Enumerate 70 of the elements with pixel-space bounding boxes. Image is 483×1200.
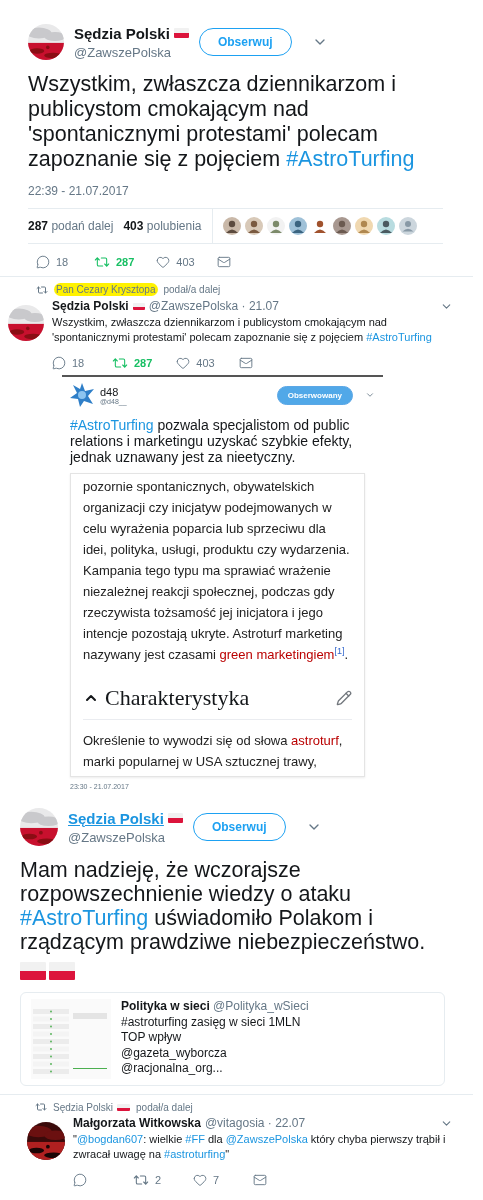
retweet-icon[interactable] [112,355,128,371]
reference-link[interactable]: [1] [334,645,345,656]
author-name[interactable]: Sędzia Polski [52,299,129,313]
mention-link[interactable]: @bogdan607 [76,1133,144,1145]
author-name[interactable]: Sędzia Polski [68,809,164,827]
tweet-text: Wszystkim, zwłaszcza dziennikarzom i publicystom cmokającym nad 'spontanicznymi protestami' polecam zapoznanie się z pojęciem #AstroTurfing [52,315,433,345]
flag-icon [49,962,75,980]
message-icon[interactable] [238,356,253,370]
retweet-label: podał/a dalej [136,1101,193,1113]
quoted-text: @gazeta_wyborcza [121,1045,228,1061]
follow-button[interactable]: Obserwuj [198,28,292,56]
reply-icon[interactable] [73,1173,87,1187]
retweeter-name[interactable]: Sędzia Polski [53,1101,114,1113]
like-icon[interactable] [176,356,191,370]
hashtag-link[interactable]: #AstroTurfing [366,331,432,343]
retweet-icon [35,1101,47,1113]
flag-icon [20,962,46,980]
retweet-count: 287 [116,256,135,268]
quoted-tweet-card[interactable]: Polityka w sieci @Polityka_wSieci #astroturfing zasięg w sieci 1MLN TOP wpływ @gazeta_wyborcza @racjonalna_org... [20,992,445,1086]
quoted-text: #astroturfing zasięg w sieci 1MLN [121,1014,302,1030]
author-handle: @vitagosia · 22.07 [204,1116,307,1130]
tweet-text: "@bogdan607: wielkie #FF dla @ZawszePolska który chyba pierwszy trąbił i zwracał uwagę na #astroturfing" [73,1132,447,1162]
hashtag-link[interactable]: #FF [185,1133,205,1145]
like-icon[interactable] [156,255,171,269]
retweet-count: 287 [134,357,153,369]
quoted-text: TOP wpływ [121,1030,183,1046]
retweet-count: 2 [155,1174,162,1186]
section-heading: Charakterystyka [105,685,251,711]
author-name[interactable]: Sędzia Polski [74,24,170,42]
author-handle: @ZawszePolska [68,829,166,845]
hashtag-link[interactable]: #AstroTurfing [20,906,149,930]
quoted-text: @racjonalna_org... [121,1061,224,1077]
tweet-timestamp: 22:39 - 21.07.2017 [28,184,130,198]
retweet-icon[interactable] [94,254,110,270]
hashtag-link[interactable]: #AstroTurfing [286,147,415,171]
like-count: 403 [196,357,215,369]
like-count: 403 [176,256,195,268]
retweet-icon[interactable] [133,1172,149,1188]
reply-count: 18 [72,357,85,369]
tweet-text: #AstroTurfing pozwala specjalistom od public relations i marketingu uzyskać szybkie efekty, jednak uznawany jest za nieetyczny. [70,417,354,465]
chevron-icon[interactable] [365,390,375,400]
stat-label[interactable]: 287 podań dalej [28,219,114,233]
retweeter-name[interactable]: Pan Cezary Krysztopa [54,283,158,296]
article-paragraph: pozornie spontanicznych, obywatelskich organizacji czy inicjatyw podejmowanych w celu wyrażenia poparcia lub sprzeciwu dla idei, polityka, usługi, produktu czy wydarzenia. Kampania tego typu ma sprawiać wrażenie niezależnej reakcji społecznej, podczas gdy rzeczywista tożsamość jej inicjatora i jego intencje pozostają ukryte. Astroturf marketing nazywany jest czasami green marketingiem$^{[1]}$. [83,478,351,664]
follow-button[interactable]: Obserwowany [276,385,353,405]
reply-icon[interactable] [36,255,50,269]
tweet-text: Mam nadzieję, że wczorajsze rozpowszechnienie wiedzy o ataku #AstroTurfing uświadomiło Polakom i rządzącym prawdziwe niebezpieczeństwo. [20,858,427,954]
article-paragraph: Określenie to wywodzi się od słowa astroturf, marki popularnej w USA sztucznej trawy, [83,732,344,771]
star-logo-icon [70,383,94,407]
pencil-icon[interactable] [336,690,352,706]
message-icon[interactable] [216,255,231,269]
author-name[interactable]: Małgorzata Witkowska [73,1116,201,1130]
author-handle: @ZawszePolska [74,44,172,60]
reply-count: 18 [56,256,69,268]
message-icon[interactable] [253,1173,267,1187]
author-name[interactable]: d48 [100,385,271,398]
stat-label[interactable]: 403 polubienia [123,219,202,233]
retweet-label: podał/a dalej [163,284,221,295]
like-icon[interactable] [193,1173,207,1187]
like-count: 7 [213,1174,220,1186]
mention-link[interactable]: @ZawszePolska [225,1133,308,1145]
hashtag-link[interactable]: #AstroTurfing [70,417,154,433]
article-link[interactable]: astroturf [291,733,339,748]
reply-icon[interactable] [52,356,66,370]
hashtag-link[interactable]: #astroturfing [164,1148,226,1160]
tweet-text: Wszystkim, zwłaszcza dziennikarzom i publicystom cmokającym nad 'spontanicznymi protestami' polecam zapoznanie się z pojęciem #AstroTurfing [28,72,416,172]
quoted-author: Polityka w sieci @Polityka_wSieci [121,999,309,1015]
retweet-icon [36,283,48,296]
follow-button[interactable]: Obserwuj [192,813,286,841]
author-handle: @ZawszePolska · 21.07 [148,299,280,313]
